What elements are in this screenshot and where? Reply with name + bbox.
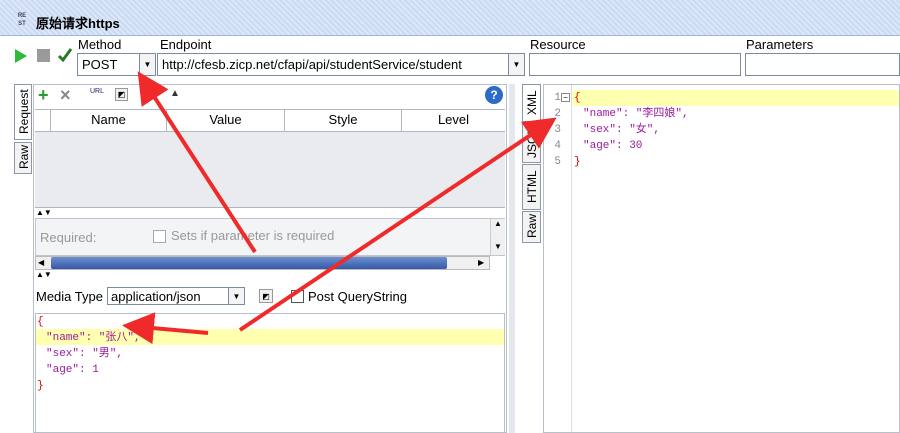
arrow-to-response	[238, 117, 557, 332]
arrow-to-method	[137, 71, 257, 254]
annotation-arrows	[122, 71, 557, 345]
arrow-to-request-body	[122, 312, 209, 345]
